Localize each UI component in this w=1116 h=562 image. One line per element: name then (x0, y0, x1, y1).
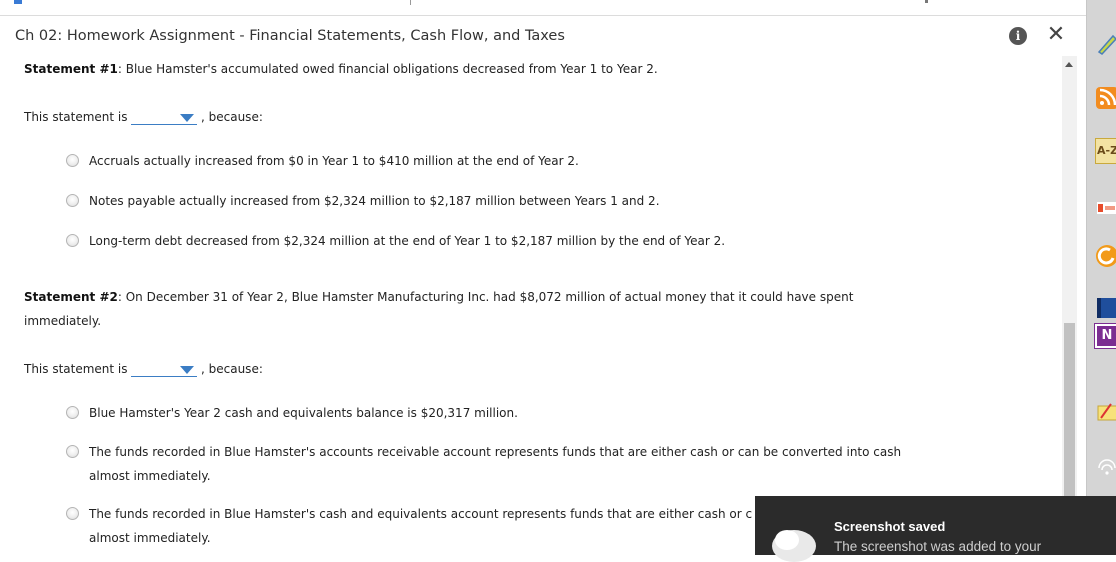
network-icon[interactable] (1095, 456, 1116, 480)
dialog-header: Ch 02: Homework Assignment - Financial S… (0, 16, 1077, 56)
statement-1: Statement #1: Blue Hamster's accumulated… (24, 57, 884, 81)
option-label: Accruals actually increased from $0 in Y… (89, 154, 579, 168)
statement-label: Statement #2 (24, 290, 118, 304)
statement-2-continued: immediately. (24, 314, 102, 328)
statement-2: Statement #2: On December 31 of Year 2, … (24, 285, 884, 309)
scrollbar[interactable] (1062, 56, 1077, 555)
divider (925, 0, 928, 3)
cloud-icon (772, 530, 816, 562)
close-icon[interactable]: ✕ (1043, 22, 1069, 48)
radio-option-1c[interactable] (66, 234, 79, 247)
true-false-dropdown[interactable] (131, 363, 197, 377)
radio-option-2b[interactable] (66, 445, 79, 458)
prompt-prefix: This statement is (24, 362, 128, 376)
rss-feed-icon[interactable] (1095, 86, 1116, 110)
dialog-title: Ch 02: Homework Assignment - Financial S… (15, 28, 565, 44)
chevron-down-icon (180, 366, 194, 374)
prompt-suffix: , because: (201, 110, 263, 124)
option-label: The funds recorded in Blue Hamster's acc… (89, 445, 902, 459)
option-label: Long-term debt decreased from $2,324 mil… (89, 234, 726, 248)
option-label: Blue Hamster's Year 2 cash and equivalen… (89, 406, 518, 420)
chevron-down-icon (180, 114, 194, 122)
screenshot-toast[interactable]: Screenshot saved The screenshot was adde… (755, 496, 1116, 562)
scroll-up-arrow-icon[interactable] (1065, 62, 1073, 67)
app-badge-icon[interactable] (1095, 244, 1116, 268)
divider (410, 0, 411, 5)
option-label-continued: almost immediately. (89, 469, 211, 483)
radio-option-2c[interactable] (66, 507, 79, 520)
prompt-suffix: , because: (201, 362, 263, 376)
office-icon[interactable] (1095, 196, 1116, 220)
book-icon[interactable] (1095, 296, 1116, 320)
app-mark (14, 0, 22, 4)
toast-title: Screenshot saved (834, 519, 946, 534)
radio-option-1b[interactable] (66, 194, 79, 207)
prompt-prefix: This statement is (24, 110, 128, 124)
statement-text: : On December 31 of Year 2, Blue Hamster… (117, 290, 854, 304)
radio-option-2a[interactable] (66, 406, 79, 419)
browser-top-strip (0, 0, 1086, 16)
onenote-icon[interactable]: N (1094, 323, 1116, 349)
sticky-notes-icon[interactable] (1095, 400, 1116, 424)
option-label: Notes payable actually increased from $2… (89, 194, 660, 208)
radio-option-1a[interactable] (66, 154, 79, 167)
side-toolbar: A-Z N (1086, 0, 1116, 555)
highlighter-icon[interactable] (1095, 32, 1116, 56)
toast-body: The screenshot was added to your (834, 539, 1042, 554)
statement-text: : Blue Hamster's accumulated owed financ… (117, 62, 658, 76)
info-icon[interactable]: i (1009, 27, 1027, 45)
dictionary-icon[interactable]: A-Z (1095, 138, 1116, 164)
statement-label: Statement #1 (24, 62, 118, 76)
question-content: Statement #1: Blue Hamster's accumulated… (0, 56, 1062, 555)
true-false-dropdown[interactable] (131, 111, 197, 125)
